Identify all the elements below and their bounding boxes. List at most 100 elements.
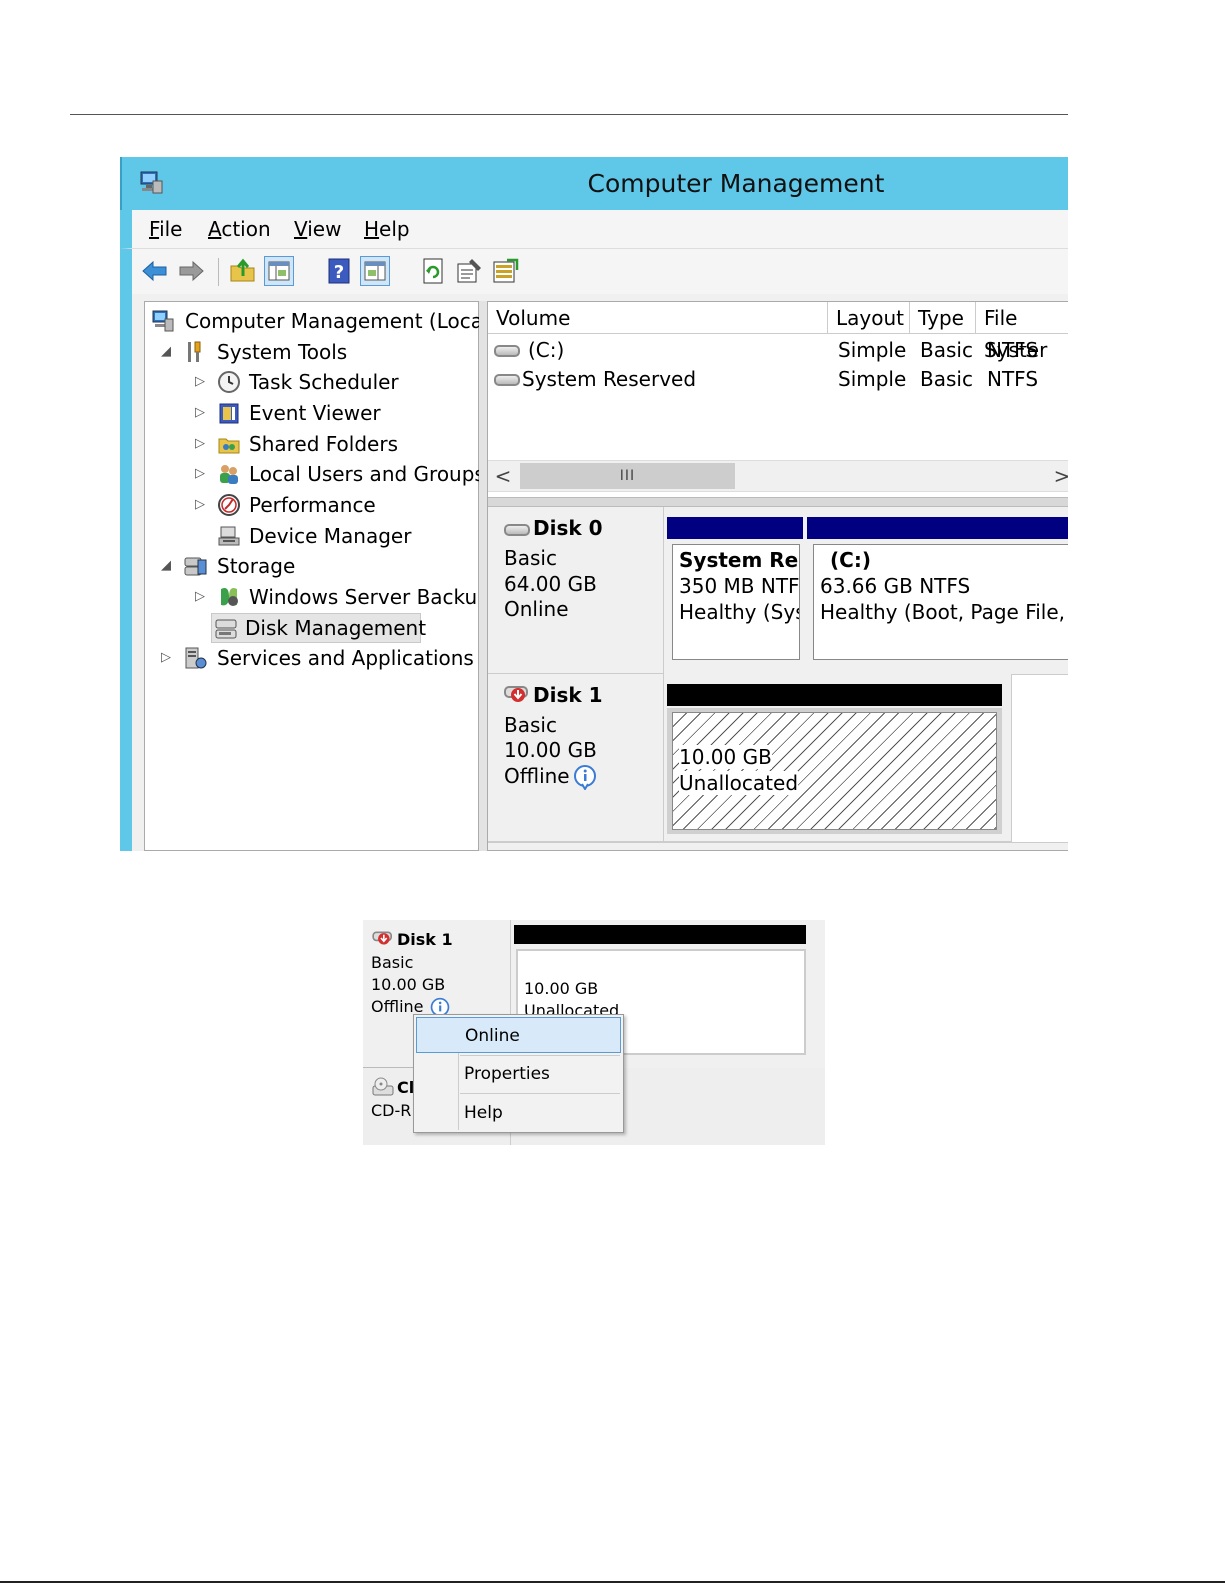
menu-action[interactable]: Action xyxy=(208,210,271,248)
properties-icon[interactable] xyxy=(454,256,484,286)
tree-item-storage[interactable]: ◢ Storage xyxy=(149,551,469,581)
inset-unallocated-bar xyxy=(514,925,806,944)
inset-cd-type: CD-R xyxy=(371,1101,412,1120)
scroll-thumb[interactable]: III xyxy=(520,463,735,489)
context-menu-help[interactable]: Help xyxy=(416,1095,621,1131)
pane-divider[interactable] xyxy=(488,497,1068,507)
tree-item-device-manager[interactable]: Device Manager xyxy=(149,521,469,551)
show-hide-action-pane-icon[interactable] xyxy=(360,256,390,286)
main-content: Computer Management (Local) ◢ System Too… xyxy=(120,294,1068,851)
tree-task-scheduler-label: Task Scheduler xyxy=(249,370,399,394)
menu-file-label: ile xyxy=(159,217,183,241)
unallocated-bar xyxy=(667,684,1002,706)
menu-help[interactable]: Help xyxy=(364,210,410,248)
unalloc-label: Unallocated xyxy=(679,771,799,795)
performance-gauge-icon xyxy=(217,493,241,517)
menu-file-accel: F xyxy=(149,217,160,241)
refresh-icon[interactable] xyxy=(418,256,448,286)
tree-root[interactable]: Computer Management (Local) xyxy=(149,306,496,336)
col-header-filesystem[interactable]: File Syster xyxy=(976,302,1068,362)
expand-triangle-icon[interactable]: ▷ xyxy=(193,459,207,489)
menu-help-label: elp xyxy=(379,217,410,241)
volume-name: System Reserved xyxy=(522,367,697,391)
expand-triangle-icon[interactable]: ▷ xyxy=(159,643,173,673)
disk0-size: 64.00 GB xyxy=(504,572,597,596)
next-disk-row xyxy=(488,842,1068,850)
scroll-right-icon[interactable]: > xyxy=(1047,461,1068,491)
help-icon[interactable]: ? xyxy=(324,256,354,286)
title-bar[interactable]: Computer Management xyxy=(120,157,1068,210)
event-viewer-icon xyxy=(217,401,241,425)
system-reserved-volume[interactable]: System Rese 350 MB NTFS Healthy (Syst xyxy=(672,544,800,660)
tree-item-shared-folders[interactable]: ▷ Shared Folders xyxy=(149,429,469,459)
disk-management-icon xyxy=(214,617,238,641)
sr-size: 350 MB NTFS xyxy=(679,574,800,598)
pane-splitter[interactable] xyxy=(479,301,487,851)
forward-arrow-icon[interactable] xyxy=(176,256,206,286)
col-header-layout[interactable]: Layout xyxy=(828,302,910,334)
menu-file[interactable]: File xyxy=(149,210,182,248)
disk0-label[interactable]: Disk 0 Basic 64.00 GB Online xyxy=(488,507,664,674)
c-drive-bar xyxy=(807,517,1068,539)
context-menu-online[interactable]: Online xyxy=(416,1017,621,1053)
disk-context-menu: Online Properties Help xyxy=(413,1014,624,1133)
collapse-triangle-icon[interactable]: ◢ xyxy=(159,551,173,581)
expand-triangle-icon[interactable]: ▷ xyxy=(193,398,207,428)
sr-name: System Rese xyxy=(679,548,799,572)
back-arrow-icon[interactable] xyxy=(140,256,170,286)
volume-fs: NTFS xyxy=(987,338,1039,362)
collapse-triangle-icon[interactable]: ◢ xyxy=(159,337,173,367)
export-list-icon[interactable] xyxy=(490,256,520,286)
services-icon xyxy=(183,646,207,670)
page-bottom-rule xyxy=(0,1581,1225,1583)
volume-row[interactable]: (C:) Simple Basic NTFS xyxy=(488,336,1068,365)
expand-triangle-icon[interactable]: ▷ xyxy=(193,490,207,520)
tree-item-disk-management[interactable]: Disk Management xyxy=(211,613,426,643)
tree-item-task-scheduler[interactable]: ▷ Task Scheduler xyxy=(149,367,469,397)
tree-item-local-users[interactable]: ▷ Local Users and Groups xyxy=(149,459,485,489)
expand-triangle-icon[interactable]: ▷ xyxy=(193,367,207,397)
col-header-type[interactable]: Type xyxy=(910,302,976,334)
page-top-rule xyxy=(70,114,1068,115)
tree-storage-label: Storage xyxy=(217,554,296,578)
c-status: Healthy (Boot, Page File, C xyxy=(820,600,1068,624)
tree-root-label: Computer Management (Local) xyxy=(185,309,497,333)
inset-cd-name: Cl xyxy=(397,1078,415,1097)
volume-name: (C:) xyxy=(528,338,565,362)
inset-unalloc-size: 10.00 GB xyxy=(524,979,599,998)
c-drive-volume[interactable]: (C:) 63.66 GB NTFS Healthy (Boot, Page F… xyxy=(813,544,1068,660)
tree-item-event-viewer[interactable]: ▷ Event Viewer xyxy=(149,398,469,428)
menu-view-accel: V xyxy=(294,217,308,241)
menu-view-label: iew xyxy=(307,217,342,241)
tree-item-system-tools[interactable]: ◢ System Tools xyxy=(149,337,469,367)
computer-management-icon xyxy=(151,309,175,333)
volume-drive-icon xyxy=(494,345,520,357)
unallocated-region[interactable]: 10.00 GB Unallocated xyxy=(672,712,997,830)
unalloc-size: 10.00 GB xyxy=(679,745,772,769)
disk1-label[interactable]: Disk 1 Basic 10.00 GB Offline xyxy=(488,674,664,842)
context-menu-separator xyxy=(460,1093,620,1094)
expand-triangle-icon[interactable]: ▷ xyxy=(193,582,207,612)
tree-item-performance[interactable]: ▷ Performance xyxy=(149,490,469,520)
inset-disk-name: Disk 1 xyxy=(397,930,453,949)
info-icon[interactable] xyxy=(572,764,598,791)
tree-item-services-applications[interactable]: ▷ Services and Applications xyxy=(149,643,474,673)
backup-icon xyxy=(217,585,241,609)
volume-layout: Simple xyxy=(838,367,907,391)
cdrom-icon xyxy=(372,1077,394,1097)
show-hide-console-tree-icon[interactable] xyxy=(264,256,294,286)
menu-view[interactable]: View xyxy=(294,210,341,248)
users-icon xyxy=(217,462,241,486)
expand-triangle-icon[interactable]: ▷ xyxy=(193,429,207,459)
disk1-size: 10.00 GB xyxy=(504,738,597,762)
volume-row[interactable]: System Reserved Simple Basic NTFS xyxy=(488,365,1068,394)
disk1-volumes: 10.00 GB Unallocated xyxy=(664,674,1012,842)
scroll-left-icon[interactable]: < xyxy=(488,461,518,491)
disk0-volumes: System Rese 350 MB NTFS Healthy (Syst (C… xyxy=(664,507,1068,675)
horizontal-scrollbar[interactable]: < III > xyxy=(488,460,1068,492)
col-header-volume[interactable]: Volume xyxy=(488,302,828,334)
up-folder-icon[interactable] xyxy=(228,256,258,286)
tree-item-windows-server-backup[interactable]: ▷ Windows Server Backup xyxy=(149,582,490,612)
volume-drive-icon xyxy=(494,374,520,386)
context-menu-properties[interactable]: Properties xyxy=(416,1056,621,1092)
